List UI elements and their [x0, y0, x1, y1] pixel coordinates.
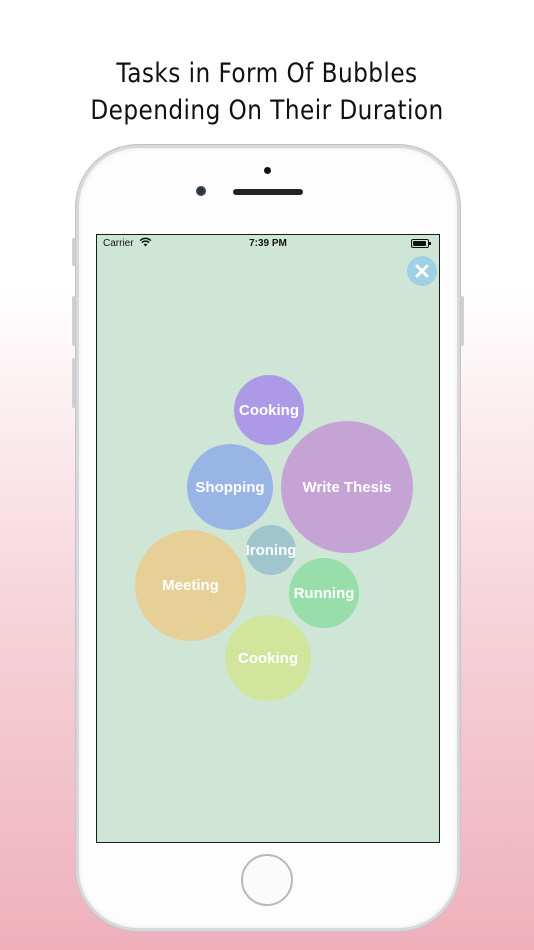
status-time: 7:39 PM — [249, 238, 287, 249]
battery-icon — [411, 239, 431, 248]
front-camera-icon — [196, 186, 206, 196]
power-button — [460, 296, 464, 346]
bubble-label: Ironing — [246, 541, 296, 559]
proximity-sensor — [264, 167, 271, 174]
bubble-label: Running — [293, 584, 355, 602]
status-bar: Carrier 7:39 PM — [97, 235, 439, 253]
bubble-write-thesis[interactable]: Write Thesis — [281, 421, 413, 553]
bubble-meeting[interactable]: Meeting — [135, 530, 246, 641]
bubble-cooking-2[interactable]: Cooking — [225, 615, 311, 701]
app-screen: Carrier 7:39 PM Cooking Shopping Write T… — [96, 234, 440, 843]
bubble-ironing[interactable]: Ironing — [246, 525, 296, 575]
bubble-shopping[interactable]: Shopping — [187, 444, 273, 530]
headline-line-2: Depending On Their Duration — [90, 95, 444, 126]
headline-line-1: Tasks in Form Of Bubbles — [116, 58, 418, 89]
close-icon — [415, 264, 429, 278]
bubble-cooking[interactable]: Cooking — [234, 375, 304, 445]
bubble-label: Cooking — [238, 649, 298, 667]
bubble-label: Write Thesis — [302, 478, 392, 496]
bubble-label: Shopping — [195, 478, 265, 496]
bubble-running[interactable]: Running — [289, 558, 359, 628]
home-button[interactable] — [241, 854, 293, 906]
earpiece-speaker — [233, 189, 303, 195]
close-button[interactable] — [407, 256, 437, 286]
bubble-label: Cooking — [239, 401, 299, 419]
bubble-label: Meeting — [162, 577, 219, 594]
